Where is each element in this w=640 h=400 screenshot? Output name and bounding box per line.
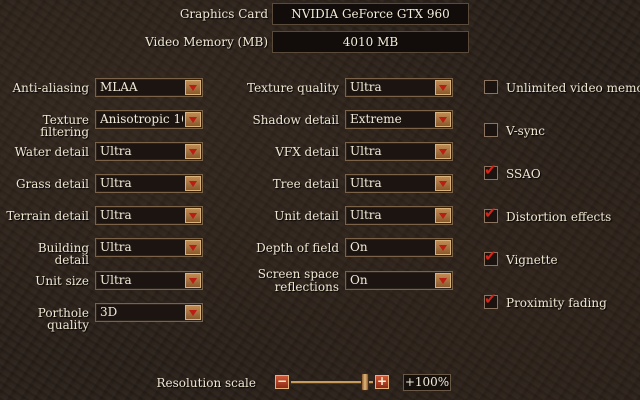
depth-of-field-label: Depth of field: [256, 241, 339, 255]
chevron-down-icon[interactable]: [185, 176, 201, 191]
check-icon: ✔: [484, 161, 497, 179]
water-detail-label: Water detail: [14, 145, 89, 159]
anti-aliasing-label: Anti-aliasing: [12, 81, 90, 95]
terrain-detail-dropdown[interactable]: Ultra: [95, 206, 203, 225]
distortion-effects-label: Distortion effects: [506, 210, 612, 224]
plus-icon[interactable]: +: [375, 375, 389, 389]
screen-space-reflections-dropdown[interactable]: On: [345, 271, 453, 290]
porthole-quality-value: 3D: [100, 305, 118, 319]
vfx-detail-value: Ultra: [350, 144, 382, 158]
resolution-scale-label: Resolution scale: [156, 376, 257, 390]
ssao-checkbox[interactable]: ✔: [484, 161, 498, 180]
chevron-down-icon[interactable]: [185, 80, 201, 95]
unit-size-value: Ultra: [100, 273, 132, 287]
proximity-fading-label: Proximity fading: [506, 296, 607, 310]
unit-detail-dropdown[interactable]: Ultra: [345, 206, 453, 225]
check-icon: ✔: [484, 204, 497, 222]
water-detail-dropdown[interactable]: Ultra: [95, 142, 203, 161]
shadow-detail-label: Shadow detail: [252, 113, 339, 127]
chevron-down-icon[interactable]: [435, 144, 451, 159]
chevron-down-icon[interactable]: [185, 305, 201, 320]
chevron-down-icon[interactable]: [435, 273, 451, 288]
terrain-detail-label: Terrain detail: [6, 209, 89, 223]
texture-quality-value: Ultra: [350, 80, 382, 94]
chevron-down-icon[interactable]: [185, 273, 201, 288]
check-icon: ✔: [484, 290, 497, 308]
vfx-detail-dropdown[interactable]: Ultra: [345, 142, 453, 161]
water-detail-value: Ultra: [100, 144, 132, 158]
chevron-down-icon[interactable]: [435, 208, 451, 223]
v-sync-checkbox[interactable]: [484, 123, 498, 137]
check-icon: ✔: [484, 247, 497, 265]
ssao-label: SSAO: [506, 167, 541, 181]
grass-detail-value: Ultra: [100, 176, 132, 190]
texture-filtering-value: Anisotropic 16x: [100, 112, 183, 126]
unit-size-label: Unit size: [35, 274, 89, 288]
texture-filtering-dropdown[interactable]: Anisotropic 16x: [95, 110, 203, 129]
graphics-card-label: Graphics Card: [179, 7, 268, 21]
slider-thumb[interactable]: [360, 373, 369, 391]
unit-detail-value: Ultra: [350, 208, 382, 222]
anti-aliasing-dropdown[interactable]: MLAA: [95, 78, 203, 97]
tree-detail-label: Tree detail: [272, 177, 339, 191]
porthole-quality-label: Porthole quality: [37, 306, 89, 332]
building-detail-dropdown[interactable]: Ultra: [95, 238, 203, 257]
unlimited-video-memory-label: Unlimited video memory: [506, 81, 640, 95]
chevron-down-icon[interactable]: [185, 112, 201, 127]
depth-of-field-value: On: [350, 240, 368, 254]
building-detail-label: Building detail: [37, 241, 89, 267]
vfx-detail-label: VFX detail: [275, 145, 339, 159]
terrain-detail-value: Ultra: [100, 208, 132, 222]
grass-detail-label: Grass detail: [15, 177, 89, 191]
screen-space-reflections-value: On: [350, 273, 368, 287]
graphics-card-value: NVIDIA GeForce GTX 960: [272, 3, 469, 25]
distortion-effects-checkbox[interactable]: ✔: [484, 204, 498, 223]
shadow-detail-dropdown[interactable]: Extreme: [345, 110, 453, 129]
anti-aliasing-value: MLAA: [100, 80, 138, 94]
proximity-fading-checkbox[interactable]: ✔: [484, 290, 498, 309]
chevron-down-icon[interactable]: [435, 176, 451, 191]
depth-of-field-dropdown[interactable]: On: [345, 238, 453, 257]
chevron-down-icon[interactable]: [435, 112, 451, 127]
chevron-down-icon[interactable]: [185, 144, 201, 159]
unit-size-dropdown[interactable]: Ultra: [95, 271, 203, 290]
video-memory-label: Video Memory (MB): [145, 35, 268, 49]
building-detail-value: Ultra: [100, 240, 132, 254]
vignette-label: Vignette: [506, 253, 558, 267]
chevron-down-icon[interactable]: [185, 208, 201, 223]
texture-filtering-label: Texture filtering: [40, 113, 89, 139]
chevron-down-icon[interactable]: [435, 80, 451, 95]
resolution-scale-value: +100%: [403, 374, 451, 391]
screen-space-reflections-line2: reflections: [274, 280, 339, 294]
grass-detail-dropdown[interactable]: Ultra: [95, 174, 203, 193]
v-sync-label: V-sync: [506, 124, 546, 138]
texture-quality-label: Texture quality: [247, 81, 339, 95]
unit-detail-label: Unit detail: [274, 209, 339, 223]
tree-detail-dropdown[interactable]: Ultra: [345, 174, 453, 193]
chevron-down-icon[interactable]: [435, 240, 451, 255]
video-memory-value: 4010 MB: [272, 31, 469, 53]
tree-detail-value: Ultra: [350, 176, 382, 190]
porthole-quality-dropdown[interactable]: 3D: [95, 303, 203, 322]
texture-quality-dropdown[interactable]: Ultra: [345, 78, 453, 97]
vignette-checkbox[interactable]: ✔: [484, 247, 498, 266]
minus-icon[interactable]: −: [275, 375, 289, 389]
unlimited-video-memory-checkbox[interactable]: [484, 80, 498, 94]
chevron-down-icon[interactable]: [185, 240, 201, 255]
screen-space-reflections-label: Screen space reflections: [220, 268, 339, 294]
shadow-detail-value: Extreme: [350, 112, 402, 126]
